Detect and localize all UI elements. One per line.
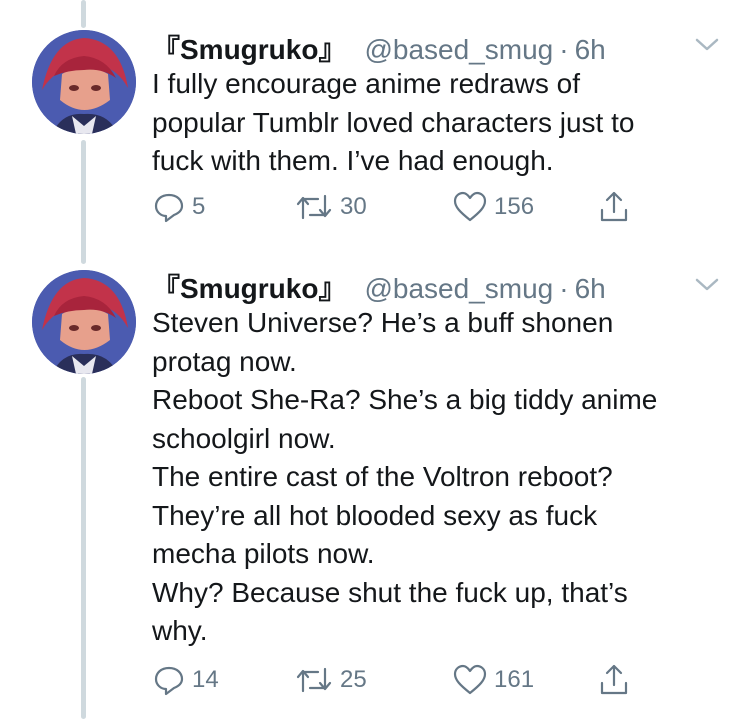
heart-icon xyxy=(453,191,487,222)
chevron-down-icon[interactable] xyxy=(694,276,720,294)
display-name[interactable]: 『Smugruko』 xyxy=(152,28,346,68)
share-button[interactable] xyxy=(598,663,630,697)
tweet-text-line: protag now. xyxy=(152,345,297,377)
handle[interactable]: @based_smug xyxy=(364,34,553,66)
display-name[interactable]: 『Smugruko』 xyxy=(152,267,346,307)
share-button[interactable] xyxy=(598,190,630,224)
tweet-header: 『Smugruko』 @based_smug · 6h xyxy=(152,267,606,307)
tweet-actions: 14 25 161 xyxy=(152,663,672,699)
retweet-button[interactable]: 25 xyxy=(294,663,367,697)
share-icon xyxy=(600,664,628,695)
tweet-text: Steven Universe? He’s a buff shonen prot… xyxy=(152,304,732,651)
like-button[interactable]: 161 xyxy=(452,663,534,697)
tweet-text-line: popular Tumblr loved characters just to xyxy=(152,106,635,138)
avatar[interactable] xyxy=(32,270,136,374)
separator-dot: · xyxy=(559,273,569,304)
like-count: 161 xyxy=(494,666,535,693)
tweet-header: 『Smugruko』 @based_smug · 6h xyxy=(152,28,606,68)
tweet-text: I fully encourage anime redraws of popul… xyxy=(152,65,732,181)
retweet-button[interactable]: 30 xyxy=(294,190,367,224)
like-button[interactable]: 156 xyxy=(452,190,534,224)
tweet[interactable]: 『Smugruko』 @based_smug · 6h I fully enco… xyxy=(0,0,750,250)
tweet-text-line: Steven Universe? He’s a buff shonen xyxy=(152,307,614,338)
tweet-text-line: Why? Because shut the fuck up, that’s xyxy=(152,576,628,608)
share-icon xyxy=(600,191,628,222)
tweet-text-line: The entire cast of the Voltron reboot? xyxy=(152,461,613,492)
tweet-text-line: schoolgirl now. xyxy=(152,422,336,454)
reply-icon xyxy=(154,666,184,696)
tweet-actions: 5 30 156 xyxy=(152,190,672,226)
timestamp[interactable]: 6h xyxy=(575,34,606,66)
chevron-down-icon[interactable] xyxy=(694,36,720,54)
avatar[interactable] xyxy=(32,30,136,134)
reply-count: 14 xyxy=(192,666,219,693)
like-count: 156 xyxy=(494,193,535,220)
tweet-text-line: I fully encourage anime redraws of xyxy=(152,68,580,99)
reply-button[interactable]: 14 xyxy=(152,663,219,697)
tweet-text-line: They’re all hot blooded sexy as fuck xyxy=(152,499,598,531)
tweet-text-line: why. xyxy=(152,615,208,646)
reply-button[interactable]: 5 xyxy=(152,190,205,224)
retweet-count: 30 xyxy=(340,193,367,220)
heart-icon xyxy=(453,664,487,695)
tweet-text-line: Reboot She-Ra? She’s a big tiddy anime xyxy=(152,384,658,415)
separator-dot: · xyxy=(559,34,569,65)
tweet-text-line: fuck with them. I’ve had enough. xyxy=(152,145,554,176)
retweet-count: 25 xyxy=(340,666,367,693)
tweet[interactable]: 『Smugruko』 @based_smug · 6h Steven Unive… xyxy=(0,262,750,719)
retweet-icon xyxy=(296,667,332,693)
retweet-icon xyxy=(296,194,332,220)
timestamp[interactable]: 6h xyxy=(575,273,606,305)
reply-icon xyxy=(154,193,184,223)
handle[interactable]: @based_smug xyxy=(364,273,553,305)
reply-count: 5 xyxy=(192,193,206,220)
tweet-text-line: mecha pilots now. xyxy=(152,538,375,569)
